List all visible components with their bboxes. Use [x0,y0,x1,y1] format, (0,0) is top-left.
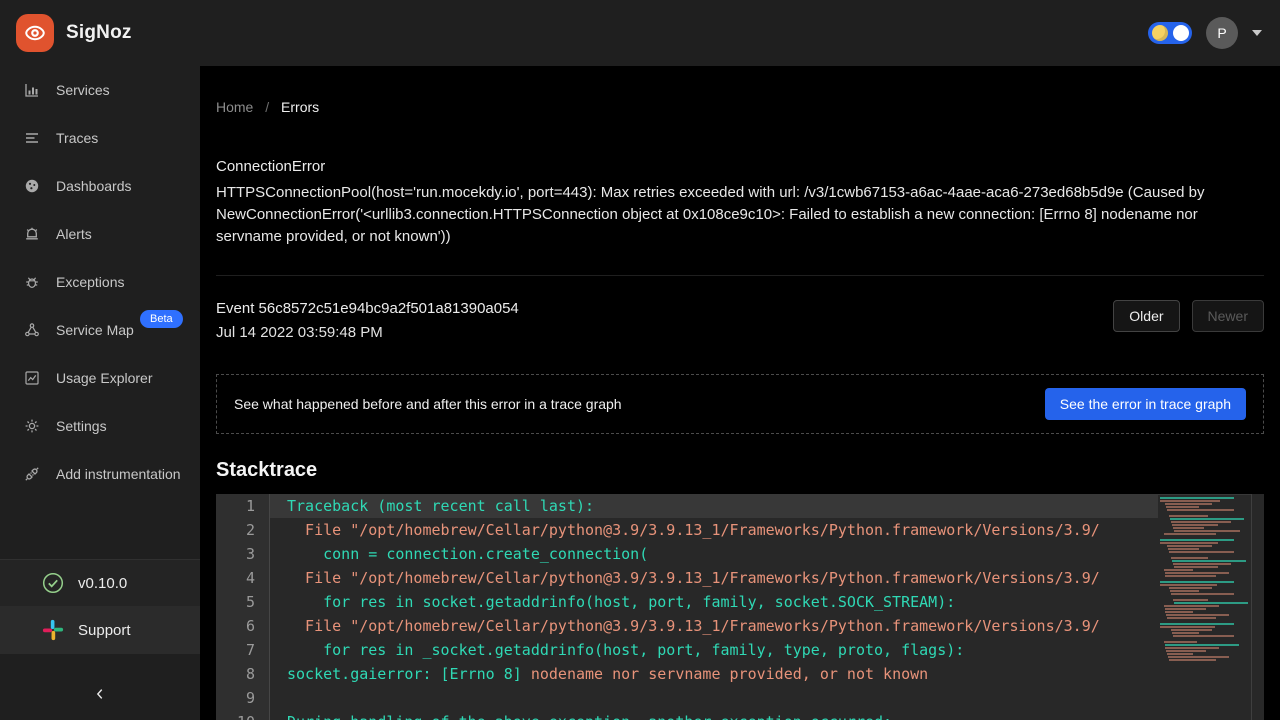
sidebar-collapse-button[interactable] [0,672,200,720]
support-row[interactable]: Support [0,606,200,654]
trace-graph-banner: See what happened before and after this … [216,374,1264,434]
section-divider [216,275,1264,276]
sidebar-item-label: Dashboards [56,178,132,194]
error-message: HTTPSConnectionPool(host='run.mocekdy.io… [216,182,1264,248]
dashboard-icon [24,178,40,194]
sidebar-item-usage-explorer[interactable]: Usage Explorer [0,354,200,402]
network-icon [24,322,40,338]
sidebar-item-add-instrumentation[interactable]: Add instrumentation [0,450,200,498]
sidebar-menu: Services Traces Dashboards Alerts Except… [0,66,200,498]
slack-icon [42,619,64,641]
sidebar-item-label: Exceptions [56,274,124,290]
sidebar-item-service-map[interactable]: Service Map Beta [0,306,200,354]
breadcrumb-home-link[interactable]: Home [216,99,253,115]
code-line: 3 conn = connection.create_connection( [216,542,1264,566]
alarm-icon [24,226,40,242]
code-line: 6 File "/opt/homebrew/Cellar/python@3.9/… [216,614,1264,638]
newer-button[interactable]: Newer [1192,300,1264,332]
moon-icon [1152,25,1168,41]
sidebar-item-services[interactable]: Services [0,66,200,114]
check-circle-icon [42,572,64,594]
code-line: 2 File "/opt/homebrew/Cellar/python@3.9/… [216,518,1264,542]
code-line: 9 [216,686,1264,710]
sidebar: SigNoz Services Traces Dashboards Alerts [0,0,200,720]
code-line: 4 File "/opt/homebrew/Cellar/python@3.9/… [216,566,1264,590]
line-chart-icon [24,370,40,386]
sidebar-item-label: Add instrumentation [56,466,181,482]
toggle-knob [1173,25,1189,41]
version-label: v0.10.0 [78,575,127,592]
sidebar-item-label: Services [56,82,110,98]
chevron-left-icon [93,687,107,706]
app-title: SigNoz [66,22,132,44]
sidebar-item-alerts[interactable]: Alerts [0,210,200,258]
main-content: Home / Errors ConnectionError HTTPSConne… [200,66,1280,720]
code-minimap [1158,495,1251,720]
breadcrumb: Home / Errors [216,99,1264,115]
code-lines: 1Traceback (most recent call last):2 Fil… [216,494,1264,720]
code-line: 5 for res in socket.getaddrinfo(host, po… [216,590,1264,614]
breadcrumb-separator: / [265,99,269,115]
sidebar-item-label: Usage Explorer [56,370,153,386]
support-label: Support [78,622,131,639]
code-line: 8socket.gaierror: [Errno 8] nodename nor… [216,662,1264,686]
avatar[interactable]: P [1206,17,1238,49]
avatar-initial: P [1217,25,1226,41]
sidebar-item-label: Service Map [56,322,134,338]
sidebar-item-dashboards[interactable]: Dashboards [0,162,200,210]
plug-icon [24,466,40,482]
top-bar: P [200,0,1280,66]
bug-icon [24,274,40,290]
stacktrace-code-block: 1Traceback (most recent call last):2 Fil… [216,494,1264,720]
sidebar-item-label: Alerts [56,226,92,242]
chevron-down-icon[interactable] [1252,30,1262,36]
bar-chart-icon [24,82,40,98]
sidebar-item-settings[interactable]: Settings [0,402,200,450]
trace-banner-text: See what happened before and after this … [234,396,622,412]
align-left-icon [24,130,40,146]
code-line: 10During handling of the above exception… [216,710,1264,720]
code-scrollbar[interactable] [1251,494,1264,720]
code-line: 7 for res in _socket.getaddrinfo(host, p… [216,638,1264,662]
sidebar-bottom: v0.10.0 Support [0,559,200,720]
error-type-title: ConnectionError [216,158,1264,175]
signoz-logo-icon [16,14,54,52]
sidebar-item-label: Settings [56,418,107,434]
event-section: Event 56c8572c51e94bc9a2f501a81390a054 J… [216,300,1264,341]
see-trace-graph-button[interactable]: See the error in trace graph [1045,388,1246,420]
app-logo[interactable]: SigNoz [0,0,200,66]
sidebar-item-exceptions[interactable]: Exceptions [0,258,200,306]
code-line: 1Traceback (most recent call last): [216,494,1264,518]
older-button[interactable]: Older [1113,300,1179,332]
theme-toggle[interactable] [1148,22,1192,44]
beta-badge: Beta [140,310,183,328]
event-id: Event 56c8572c51e94bc9a2f501a81390a054 [216,300,519,317]
breadcrumb-current: Errors [281,99,319,115]
gear-icon [24,418,40,434]
stacktrace-title: Stacktrace [216,459,1264,482]
version-row: v0.10.0 [0,560,200,606]
sidebar-item-label: Traces [56,130,98,146]
sidebar-item-traces[interactable]: Traces [0,114,200,162]
event-timestamp: Jul 14 2022 03:59:48 PM [216,324,519,341]
